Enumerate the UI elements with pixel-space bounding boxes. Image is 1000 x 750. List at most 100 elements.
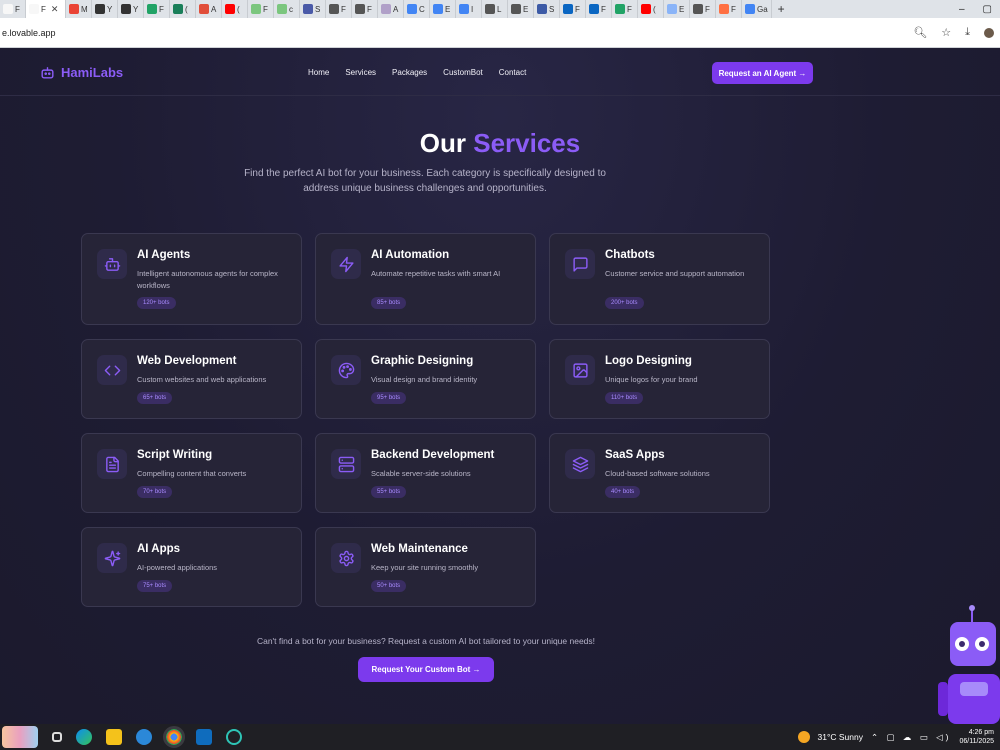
tab-favicon-icon bbox=[3, 4, 13, 14]
browser-tab[interactable]: F bbox=[352, 0, 378, 18]
tray-icons[interactable]: ⌃ ▢ ☁ ▭ ◁) bbox=[871, 732, 952, 743]
browser-tab[interactable]: F bbox=[248, 0, 274, 18]
browser-tab[interactable]: F bbox=[0, 0, 26, 18]
tab-label: F bbox=[41, 4, 46, 14]
browser-tab[interactable]: F ✕ bbox=[26, 0, 66, 18]
url-field[interactable]: e.lovable.app bbox=[0, 28, 56, 38]
chat-icon bbox=[572, 256, 588, 272]
service-card[interactable]: AI Automation Automate repetitive tasks w… bbox=[315, 233, 536, 325]
browser-tab[interactable]: F bbox=[612, 0, 638, 18]
robot-mascot[interactable] bbox=[938, 604, 1000, 724]
browser-tab[interactable]: F bbox=[326, 0, 352, 18]
service-card[interactable]: Logo Designing Unique logos for your bran… bbox=[549, 339, 770, 419]
browser-tab[interactable]: I bbox=[456, 0, 482, 18]
maximize-button[interactable]: ▢ bbox=[983, 4, 992, 15]
chrome-icon[interactable] bbox=[163, 726, 185, 748]
bot-count-badge: 40+ bots bbox=[605, 486, 641, 498]
app-icon[interactable] bbox=[226, 729, 242, 745]
minimize-button[interactable]: – bbox=[959, 4, 965, 15]
nav-services[interactable]: Services bbox=[345, 68, 376, 77]
service-card[interactable]: Graphic Designing Visual design and brand… bbox=[315, 339, 536, 419]
service-icon-box bbox=[97, 543, 127, 573]
edge-icon[interactable] bbox=[76, 729, 92, 745]
service-title: Backend Development bbox=[371, 449, 495, 461]
people-avatar-icon[interactable] bbox=[2, 726, 38, 748]
weather-text[interactable]: 31°C Sunny bbox=[818, 732, 863, 742]
tab-close-icon[interactable]: ✕ bbox=[51, 4, 59, 15]
service-icon-box bbox=[565, 249, 595, 279]
service-card[interactable]: Script Writing Compelling content that co… bbox=[81, 433, 302, 513]
service-card[interactable]: Web Maintenance Keep your site running sm… bbox=[315, 527, 536, 607]
site-logo[interactable]: HamiLabs bbox=[40, 65, 123, 80]
browser-tab[interactable]: A bbox=[378, 0, 404, 18]
tab-favicon-icon bbox=[95, 4, 105, 14]
bot-count-badge: 55+ bots bbox=[371, 486, 407, 498]
browser-tab[interactable]: F bbox=[716, 0, 742, 18]
browser-tab[interactable]: E bbox=[430, 0, 456, 18]
browser-tab[interactable]: Y bbox=[118, 0, 144, 18]
browser-tab[interactable]: E bbox=[508, 0, 534, 18]
service-title: Logo Designing bbox=[605, 355, 692, 367]
store-icon[interactable] bbox=[136, 729, 152, 745]
browser-tab[interactable]: C bbox=[404, 0, 430, 18]
service-icon-box bbox=[565, 449, 595, 479]
outlook-icon[interactable] bbox=[196, 729, 212, 745]
clock[interactable]: 4:26 pm 06/11/2025 bbox=[959, 728, 994, 746]
request-custom-bot-button[interactable]: Request Your Custom Bot → bbox=[358, 657, 494, 682]
browser-tab[interactable]: S bbox=[534, 0, 560, 18]
request-agent-button[interactable]: Request an AI Agent → bbox=[712, 62, 813, 84]
title-accent: Services bbox=[473, 128, 581, 158]
tab-label: F bbox=[601, 4, 606, 14]
bot-count-badge: 120+ bots bbox=[137, 297, 176, 309]
browser-tab[interactable]: Ga bbox=[742, 0, 772, 18]
browser-tab[interactable]: ( bbox=[638, 0, 664, 18]
browser-tab[interactable]: M bbox=[66, 0, 92, 18]
layers-icon bbox=[572, 456, 588, 472]
browser-tab[interactable]: A bbox=[196, 0, 222, 18]
tab-favicon-icon bbox=[225, 4, 235, 14]
browser-tab[interactable]: Y bbox=[92, 0, 118, 18]
nav-home[interactable]: Home bbox=[308, 68, 329, 77]
service-icon-box bbox=[331, 543, 361, 573]
tab-favicon-icon bbox=[251, 4, 261, 14]
service-card[interactable]: SaaS Apps Cloud-based software solutions 4… bbox=[549, 433, 770, 513]
download-icon[interactable]: ⤓ bbox=[965, 26, 970, 39]
service-card[interactable]: AI Apps AI-powered applications 75+ bots bbox=[81, 527, 302, 607]
file-explorer-icon[interactable] bbox=[106, 729, 122, 745]
browser-tab[interactable]: F bbox=[586, 0, 612, 18]
nav-custombot[interactable]: CustomBot bbox=[443, 68, 483, 77]
tab-label: Ga bbox=[757, 4, 768, 14]
new-tab-button[interactable]: + bbox=[772, 2, 791, 16]
nav-contact[interactable]: Contact bbox=[499, 68, 527, 77]
service-card[interactable]: Chatbots Customer service and support aut… bbox=[549, 233, 770, 325]
browser-tab[interactable]: F bbox=[560, 0, 586, 18]
browser-tab[interactable]: F bbox=[144, 0, 170, 18]
service-card[interactable]: Web Development Custom websites and web a… bbox=[81, 339, 302, 419]
browser-tab[interactable]: ( bbox=[222, 0, 248, 18]
tab-label: ( bbox=[653, 4, 656, 14]
tab-label: E bbox=[445, 4, 451, 14]
service-card[interactable]: AI Agents Intelligent autonomous agents f… bbox=[81, 233, 302, 325]
tab-favicon-icon bbox=[537, 4, 547, 14]
tab-favicon-icon bbox=[199, 4, 209, 14]
bookmark-star-icon[interactable]: ☆ bbox=[941, 26, 951, 39]
os-taskbar: 31°C Sunny ⌃ ▢ ☁ ▭ ◁) 4:26 pm 06/11/2025 bbox=[0, 724, 1000, 750]
lightning-icon bbox=[338, 256, 354, 272]
browser-tab[interactable]: S bbox=[300, 0, 326, 18]
browser-tab[interactable]: L bbox=[482, 0, 508, 18]
browser-tab[interactable]: c bbox=[274, 0, 300, 18]
tab-label: S bbox=[315, 4, 321, 14]
browser-tab[interactable]: E bbox=[664, 0, 690, 18]
tab-favicon-icon bbox=[485, 4, 495, 14]
service-card[interactable]: Backend Development Scalable server-side … bbox=[315, 433, 536, 513]
nav-packages[interactable]: Packages bbox=[392, 68, 427, 77]
browser-tab[interactable]: ( bbox=[170, 0, 196, 18]
profile-avatar[interactable] bbox=[984, 27, 994, 38]
bot-logo-icon bbox=[41, 67, 54, 79]
service-title: SaaS Apps bbox=[605, 449, 665, 461]
zoom-icon[interactable]: 🔍︎ bbox=[913, 26, 927, 39]
browser-tab[interactable]: F bbox=[690, 0, 716, 18]
bot-count-badge: 75+ bots bbox=[137, 580, 173, 592]
service-icon-box bbox=[331, 249, 361, 279]
task-view-icon[interactable] bbox=[52, 732, 62, 742]
